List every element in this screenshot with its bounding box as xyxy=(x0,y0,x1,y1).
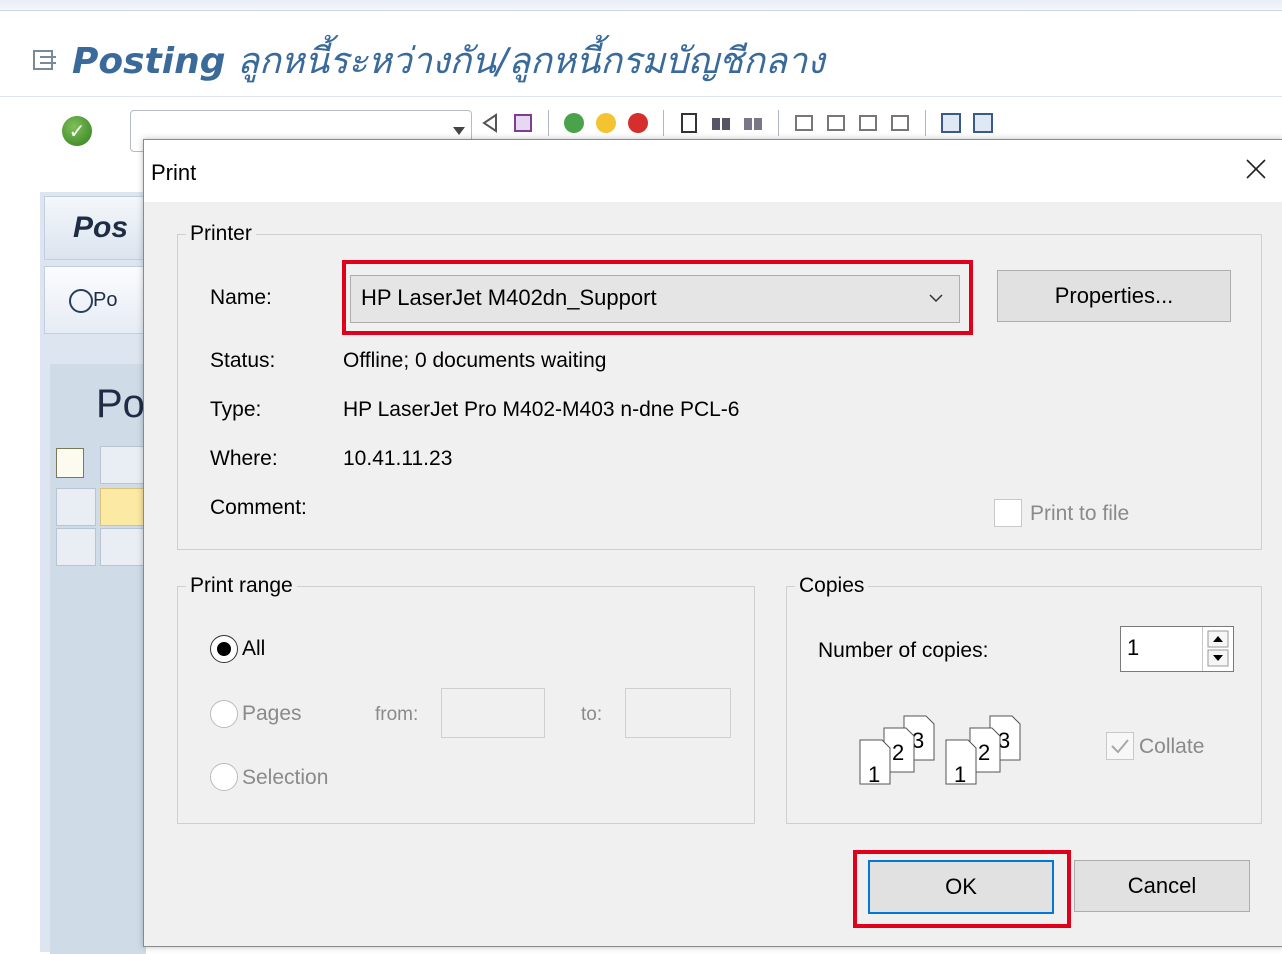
spinner-arrows-icon[interactable] xyxy=(1203,627,1233,671)
collate-label: Collate xyxy=(1139,735,1205,758)
row-selector[interactable] xyxy=(56,488,96,526)
status-value: Offline; 0 documents waiting xyxy=(343,349,607,372)
toolbar-separator xyxy=(548,110,549,136)
copies-spinner[interactable]: 1 xyxy=(1120,626,1234,672)
type-value: HP LaserJet Pro M402-M403 n-dne PCL-6 xyxy=(343,398,740,421)
exit-yellow-icon[interactable] xyxy=(593,110,619,136)
find-next-icon[interactable] xyxy=(740,110,766,136)
dialog-titlebar: Print xyxy=(144,140,1282,202)
page-title: Posting ลูกหนี้ระหว่างกัน/ลูกหนี้กรมบัญช… xyxy=(72,40,825,82)
find-icon[interactable] xyxy=(708,110,734,136)
back-green-icon[interactable] xyxy=(561,110,587,136)
divider xyxy=(0,96,1282,97)
area-title: Po xyxy=(96,382,145,426)
print-to-file-label: Print to file xyxy=(1030,502,1130,525)
sap-top-strip xyxy=(0,0,1282,11)
where-value: 10.41.11.23 xyxy=(343,447,453,470)
section-header: Pos xyxy=(44,196,147,260)
sap-toolbar xyxy=(478,110,996,140)
grid-details-icon[interactable] xyxy=(56,448,84,478)
page-stack-1: 3 2 1 xyxy=(859,715,935,787)
where-label: Where: xyxy=(210,447,278,470)
page-number-2: 2 xyxy=(892,740,904,765)
posting-button-label: Po xyxy=(93,289,118,311)
spinner-buttons[interactable] xyxy=(1202,627,1233,671)
shortcut-icon[interactable] xyxy=(970,110,996,136)
menu-expand-icon[interactable] xyxy=(32,47,58,73)
status-label: Status: xyxy=(210,349,276,372)
to-page-field[interactable] xyxy=(625,688,731,738)
page-number-1: 1 xyxy=(954,762,966,787)
sap-page-title: Posting ลูกหนี้ระหว่างกัน/ลูกหนี้กรมบัญช… xyxy=(32,30,825,90)
to-label: to: xyxy=(581,704,603,725)
page-number-2: 2 xyxy=(978,740,990,765)
range-all-radio[interactable] xyxy=(210,635,238,663)
new-session-icon[interactable] xyxy=(938,110,964,136)
properties-button[interactable]: Properties... xyxy=(997,270,1231,322)
page-stack-2: 3 2 1 xyxy=(945,715,1021,787)
from-page-field[interactable] xyxy=(441,688,545,738)
copies-label: Number of copies: xyxy=(818,639,989,662)
execute-clock-icon xyxy=(69,289,93,313)
copies-value: 1 xyxy=(1127,635,1140,660)
print-dialog: Print Printer Name: HP LaserJet M402dn_S… xyxy=(143,139,1282,947)
toolbar-separator xyxy=(778,110,779,136)
highlight-box xyxy=(342,260,973,335)
grid-cell[interactable] xyxy=(100,488,146,526)
grid-header-cell xyxy=(100,446,146,484)
print-to-file-checkbox[interactable] xyxy=(994,499,1022,527)
range-selection-label: Selection xyxy=(242,766,329,789)
collate-pages-icon: 3 2 1 3 2 1 xyxy=(859,715,1021,787)
prev-page-icon[interactable] xyxy=(823,110,849,136)
range-selection-radio[interactable] xyxy=(210,763,238,791)
printer-group-label: Printer xyxy=(186,222,256,246)
range-pages-label: Pages xyxy=(242,702,302,725)
posting-button[interactable]: Po xyxy=(44,266,147,334)
ok-button[interactable]: OK xyxy=(868,860,1054,914)
type-label: Type: xyxy=(210,398,262,421)
range-all-label: All xyxy=(242,637,266,660)
toolbar-separator xyxy=(663,110,664,136)
first-page-icon[interactable] xyxy=(791,110,817,136)
dialog-title: Print xyxy=(151,160,197,185)
comment-label: Comment: xyxy=(210,496,307,519)
page-number-1: 1 xyxy=(868,762,880,787)
section-header-text: Pos xyxy=(73,211,129,244)
from-label: from: xyxy=(375,704,419,725)
cancel-button[interactable]: Cancel xyxy=(1074,860,1250,912)
name-label: Name: xyxy=(210,286,272,309)
collate-checkbox[interactable] xyxy=(1106,732,1134,760)
grid-cell[interactable] xyxy=(100,528,146,566)
back-nav-icon[interactable] xyxy=(478,110,504,136)
last-page-icon[interactable] xyxy=(887,110,913,136)
row-selector[interactable] xyxy=(56,528,96,566)
cancel-red-icon[interactable] xyxy=(625,110,651,136)
dropdown-arrow-icon[interactable] xyxy=(453,127,465,135)
copies-group-label: Copies xyxy=(795,574,869,598)
checkmark-icon xyxy=(1111,739,1129,754)
range-pages-radio[interactable] xyxy=(210,700,238,728)
close-icon[interactable] xyxy=(1239,152,1273,186)
enter-check-icon[interactable]: ✓ xyxy=(62,116,92,146)
save-icon[interactable] xyxy=(510,110,536,136)
next-page-icon[interactable] xyxy=(855,110,881,136)
toolbar-separator xyxy=(925,110,926,136)
print-icon[interactable] xyxy=(676,110,702,136)
print-range-label: Print range xyxy=(186,574,297,598)
